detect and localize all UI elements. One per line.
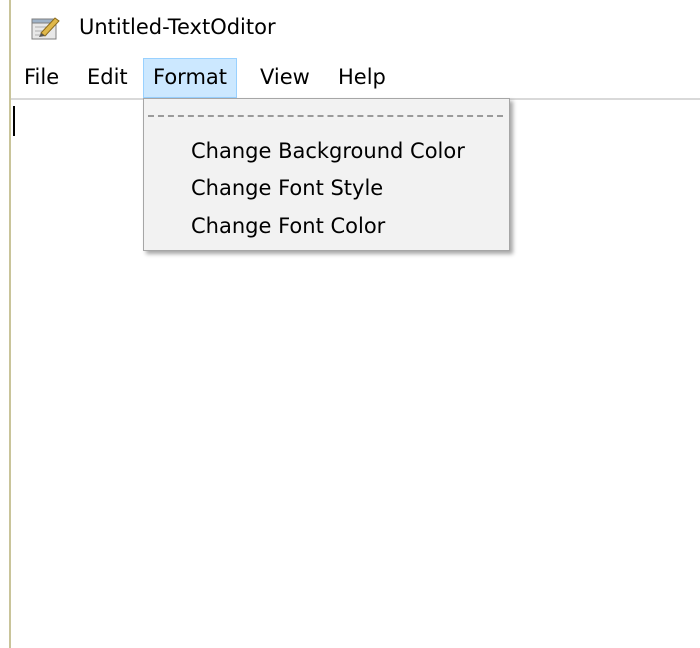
app-window: Untitled-TextOditor File Edit Format Vie…	[0, 0, 700, 648]
menu-format[interactable]: Format	[143, 58, 238, 98]
tearoff-separator[interactable]	[148, 115, 503, 117]
format-dropdown-menu: Change Background Color Change Font Styl…	[143, 98, 510, 251]
menu-view[interactable]: View	[251, 58, 319, 96]
menu-file[interactable]: File	[15, 58, 68, 96]
menu-item-change-background-color[interactable]: Change Background Color	[191, 139, 465, 163]
window-title: Untitled-TextOditor	[79, 15, 276, 39]
menu-help[interactable]: Help	[329, 58, 395, 96]
menu-item-change-font-style[interactable]: Change Font Style	[191, 176, 383, 200]
text-caret	[13, 106, 15, 136]
window-left-margin	[0, 0, 9, 648]
menu-edit[interactable]: Edit	[78, 58, 137, 96]
menu-bar: File Edit Format View Help	[11, 58, 700, 98]
title-bar[interactable]: Untitled-TextOditor	[11, 0, 700, 58]
notepad-icon	[31, 15, 61, 41]
menu-item-change-font-color[interactable]: Change Font Color	[191, 214, 385, 238]
